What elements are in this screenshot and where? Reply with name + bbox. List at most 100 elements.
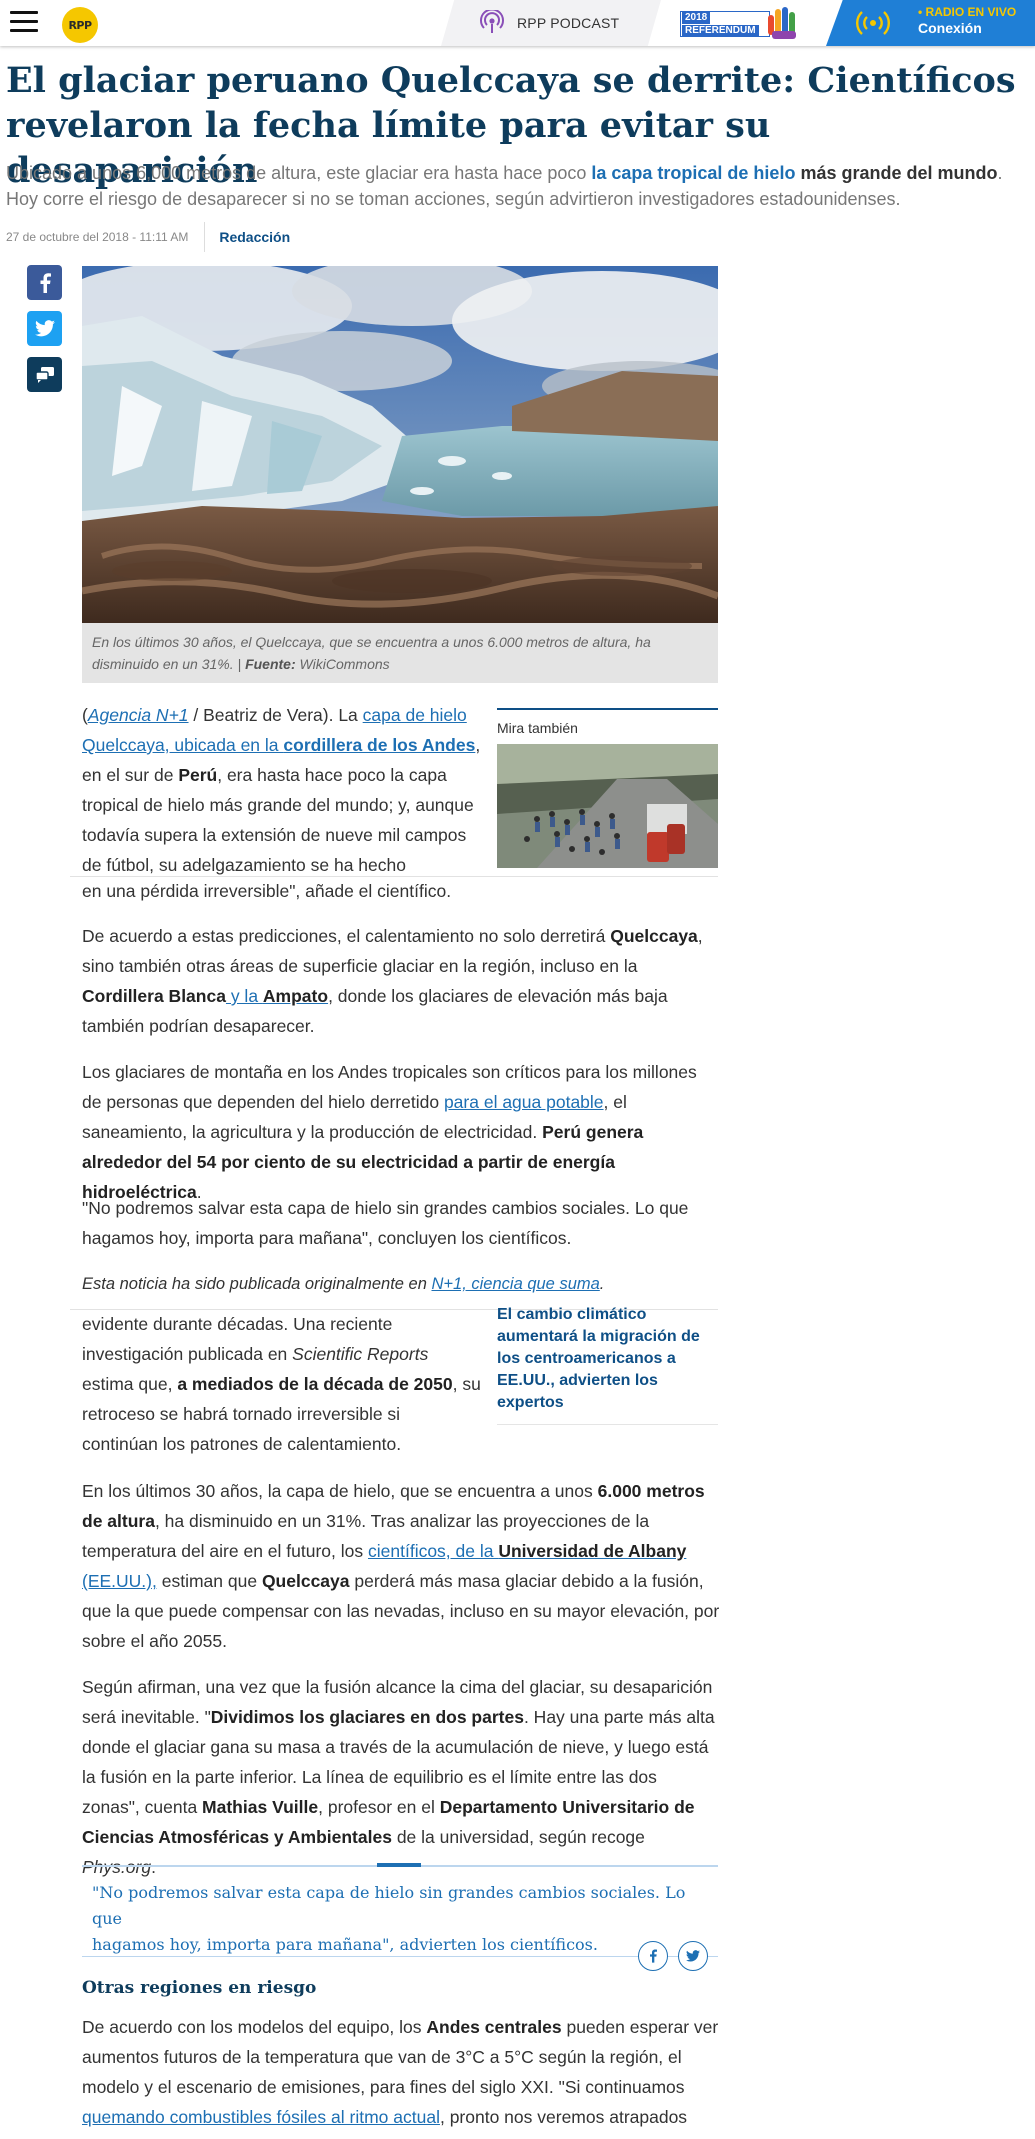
line: Cordillera Blanca y la Ampato, donde los… bbox=[82, 981, 718, 1011]
twitter-icon bbox=[34, 320, 55, 337]
agency-link[interactable]: Agencia N+1 bbox=[88, 705, 189, 725]
bold-text: de altura bbox=[82, 1511, 155, 1531]
referendum-label: REFERÉNDUM bbox=[682, 25, 759, 37]
radio-live-button[interactable]: • RADIO EN VIVO Conexión bbox=[826, 0, 1035, 46]
quote-share-facebook-button[interactable] bbox=[638, 1941, 668, 1971]
comment-icon bbox=[34, 366, 54, 383]
related-article-link[interactable]: El cambio climático aumentará la migraci… bbox=[497, 1304, 718, 1425]
bold-text: Dividimos los glaciares en dos partes bbox=[210, 1707, 524, 1727]
bold-link-text: Ampato bbox=[262, 986, 329, 1006]
text: / Beatriz de Vera). La bbox=[188, 705, 363, 725]
quote-top-border bbox=[82, 1863, 718, 1867]
text: , donde los glaciares de elevación más b… bbox=[328, 986, 668, 1006]
quote-share-twitter-button[interactable] bbox=[678, 1941, 708, 1971]
paragraph-fragment: en una pérdida irreversible", añade el c… bbox=[82, 881, 452, 901]
bold-text: 6.000 metros bbox=[597, 1481, 705, 1501]
menu-icon[interactable] bbox=[10, 11, 38, 33]
italic-text: Scientific Reports bbox=[292, 1344, 429, 1364]
line: será inevitable. "Dividimos los glaciare… bbox=[82, 1702, 722, 1732]
bold-text: Ciencias Atmosféricas y Ambientales bbox=[82, 1827, 392, 1847]
bold-text: Cordillera Blanca bbox=[82, 986, 226, 1006]
bold-text: Quelccaya bbox=[610, 926, 698, 946]
bold-text: Andes centrales bbox=[426, 2017, 562, 2037]
facebook-icon bbox=[40, 272, 51, 293]
site-logo-text: RPP bbox=[68, 18, 92, 32]
text: Esta noticia ha sido publicada originalm… bbox=[82, 1275, 432, 1293]
site-logo[interactable]: RPP bbox=[62, 7, 98, 43]
text: , profesor en el bbox=[318, 1797, 440, 1817]
text: saneamiento, la agricultura y la producc… bbox=[82, 1122, 543, 1142]
line: también podrían desaparecer. bbox=[82, 1016, 315, 1036]
paragraph-glaciers: Los glaciares de montaña en los Andes tr… bbox=[82, 1057, 722, 1207]
text: , era hasta hace poco la capa bbox=[217, 765, 447, 785]
referendum-year: 2018 bbox=[682, 12, 711, 24]
line: zonas", cuenta Mathias Vuille, profesor … bbox=[82, 1792, 722, 1822]
subtitle-highlight-link[interactable]: la capa tropical de hielo bbox=[591, 163, 795, 183]
ice-cap-link[interactable]: capa de hielo bbox=[363, 705, 467, 725]
comments-button[interactable] bbox=[27, 357, 62, 392]
text: perderá más masa glaciar debido a la fus… bbox=[349, 1571, 704, 1591]
line: tropical de hielo más grande del mundo; … bbox=[82, 795, 474, 815]
line: quemando combustibles fósiles al ritmo a… bbox=[82, 2102, 722, 2132]
n1-source-link[interactable]: N+1, ciencia que suma bbox=[431, 1275, 599, 1293]
line: evidente durante décadas. Una reciente bbox=[82, 1314, 393, 1334]
radio-signal-icon bbox=[856, 11, 890, 35]
share-facebook-button[interactable] bbox=[27, 265, 62, 300]
bold-text: Quelccaya bbox=[261, 1571, 350, 1591]
meta-divider bbox=[204, 222, 206, 252]
line: que la que puede compensar con las nevad… bbox=[82, 1601, 720, 1621]
publish-date: 27 de octubre del 2018 - 11:11 AM bbox=[6, 230, 189, 244]
text: investigación publicada en bbox=[82, 1344, 293, 1364]
line: donde el glaciar gana su masa a través d… bbox=[82, 1737, 709, 1757]
text: , bbox=[697, 926, 703, 946]
line: (Agencia N+1 / Beatriz de Vera). La capa… bbox=[82, 700, 492, 730]
author-link[interactable]: Redacción bbox=[219, 229, 290, 245]
text: , el bbox=[603, 1092, 627, 1112]
line: Ciencias Atmosféricas y Ambientales de l… bbox=[82, 1822, 722, 1882]
line: aumentos futuros de la temperatura que v… bbox=[82, 2047, 682, 2067]
text: zonas", cuenta bbox=[82, 1797, 203, 1817]
albany-link-cont[interactable]: (EE.UU.), bbox=[82, 1571, 157, 1591]
related-article-card[interactable]: Mira también bbox=[497, 708, 718, 868]
bold-link-text: Universidad de Albany bbox=[498, 1541, 687, 1561]
podcast-link[interactable]: RPP PODCAST bbox=[441, 0, 661, 46]
raised-hands-icon bbox=[768, 7, 796, 39]
text: De acuerdo con los modelos del equipo, l… bbox=[82, 2017, 427, 2037]
drinking-water-link[interactable]: para el agua potable bbox=[444, 1092, 604, 1112]
related-thumbnail[interactable] bbox=[497, 744, 718, 868]
paragraph-vuille: Según afirman, una vez que la fusión alc… bbox=[82, 1672, 722, 1882]
line: (EE.UU.), estiman que Quelccaya perderá … bbox=[82, 1566, 722, 1596]
bold-text: Perú bbox=[178, 765, 218, 785]
paragraph-regions: De acuerdo con los modelos del equipo, l… bbox=[82, 2012, 722, 2132]
caption-source-label: Fuente: bbox=[245, 656, 296, 672]
ampato-link[interactable]: y la Ampato bbox=[226, 986, 328, 1006]
line: Según afirman, una vez que la fusión alc… bbox=[82, 1677, 713, 1697]
text: , pronto nos veremos atrapados bbox=[439, 2107, 688, 2127]
podcast-label: RPP PODCAST bbox=[517, 15, 620, 31]
pull-quote: "No podremos salvar esta capa de hielo s… bbox=[92, 1880, 702, 1958]
andes-link[interactable]: cordillera de los Andes bbox=[283, 735, 475, 755]
quote-accent bbox=[377, 1863, 421, 1867]
albany-link[interactable]: científicos, de la Universidad de Albany bbox=[368, 1541, 686, 1561]
paragraph-conclusion: "No podremos salvar esta capa de hielo s… bbox=[82, 1193, 718, 1253]
glacier-photo bbox=[82, 266, 718, 623]
share-twitter-button[interactable] bbox=[27, 311, 62, 346]
section-heading: Otras regiones en riesgo bbox=[82, 1978, 317, 1998]
line: modelo y el escenario de emisiones, para… bbox=[82, 2077, 685, 2097]
line: hagamos hoy, importa para mañana", advie… bbox=[92, 1935, 598, 1954]
referendum-banner[interactable]: 2018 REFERÉNDUM bbox=[678, 5, 800, 41]
quelccaya-link[interactable]: Quelccaya, ubicada en la bbox=[82, 735, 283, 755]
line: retroceso se habrá tornado irreversible … bbox=[82, 1404, 401, 1424]
text: . bbox=[599, 1275, 605, 1293]
article-meta: 27 de octubre del 2018 - 11:11 AM Redacc… bbox=[6, 222, 290, 252]
top-navigation-bar: RPP RPP PODCAST 2018 REFERÉNDUM • RADIO … bbox=[0, 0, 1035, 46]
caption-source: WikiCommons bbox=[295, 656, 390, 672]
text: pueden esperar ver bbox=[561, 2017, 719, 2037]
fossil-fuels-link[interactable]: quemando combustibles fósiles al ritmo a… bbox=[82, 2107, 440, 2127]
line: continúan los patrones de calentamiento. bbox=[82, 1434, 402, 1454]
bold-text: a mediados de la década de 2050 bbox=[177, 1374, 453, 1394]
bold-text: Perú genera bbox=[542, 1122, 644, 1142]
radio-live-label: • RADIO EN VIVO bbox=[918, 5, 1017, 19]
italic-text: Phys.org bbox=[82, 1857, 152, 1877]
text: será inevitable. " bbox=[82, 1707, 211, 1727]
